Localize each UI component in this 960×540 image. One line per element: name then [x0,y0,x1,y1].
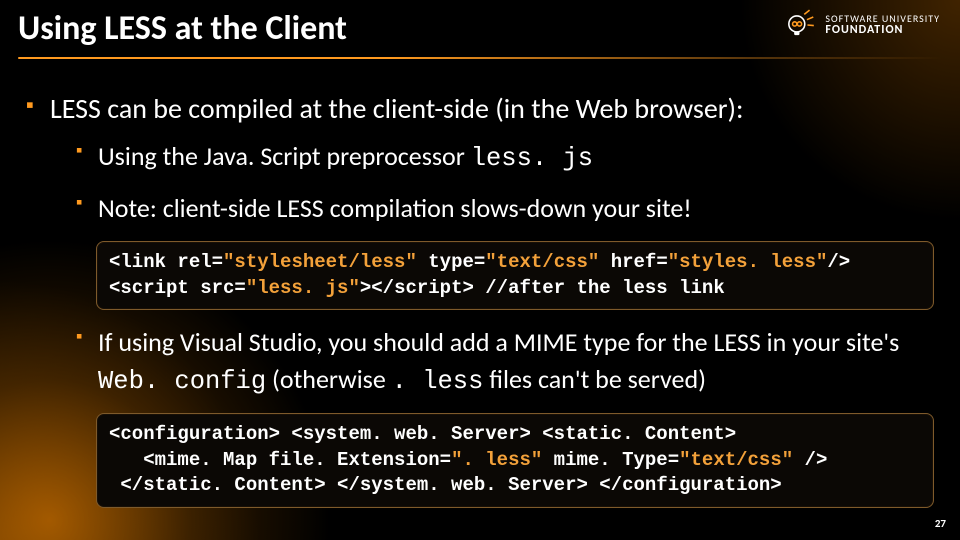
bullet-1c-mid: (otherwise [266,363,392,395]
bullet-1c: If using Visual Studio, you should add a… [76,324,934,399]
content: LESS can be compiled at the client-side … [26,90,934,524]
code-block-1: <link rel="stylesheet/less" type="text/c… [96,241,934,310]
bullet-1a-pre: Using the Java. Script preprocessor [98,140,471,172]
slide-title: Using LESS at the Client [18,10,942,47]
bullet-1a: Using the Java. Script preprocessor less… [76,138,934,177]
bullet-1c-post: files can't be served) [483,363,706,395]
bullet-1c-code1: Web. config [98,367,266,396]
bullet-1a-code: less. js [471,144,593,173]
bullet-1b: Note: client-side LESS compilation slows… [76,190,934,226]
bullet-1c-pre: If using Visual Studio, you should add a… [98,326,899,358]
bullet-1-text: LESS can be compiled at the client-side … [50,91,744,126]
page-number: 27 [935,517,946,530]
title-underline [18,57,942,59]
title-area: Using LESS at the Client [18,10,942,59]
bullet-1: LESS can be compiled at the client-side … [26,90,934,508]
code-block-2: <configuration> <system. web. Server> <s… [96,413,934,508]
slide: SOFTWARE UNIVERSITY FOUNDATION Using LES… [0,0,960,540]
bullet-1c-code2: . less [392,367,484,396]
